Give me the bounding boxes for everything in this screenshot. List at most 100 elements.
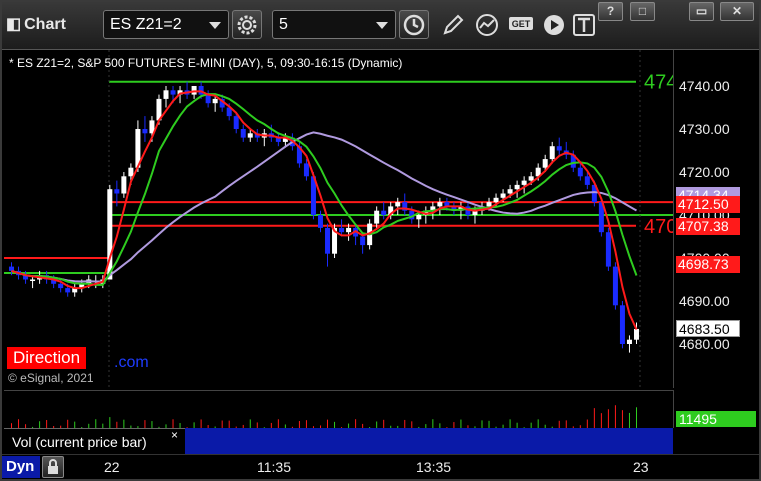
window-title: ◧ Chart [6,14,66,34]
candle-body [360,236,366,246]
volume-strip-right [673,428,761,454]
candle-body [521,180,527,185]
candle-body [58,283,64,289]
candle-body [528,176,534,181]
svg-text:GET: GET [512,19,531,29]
volume-study-label[interactable]: Vol (current price bar) [4,428,185,454]
moving-average-green [11,93,638,286]
price-tag-red-prior: 4698.73 [676,256,740,273]
symbol-input[interactable]: ES Z21=2 [103,10,229,39]
candle-body [374,210,380,224]
candle-body [212,98,218,104]
get-data-icon[interactable]: GET [508,12,536,38]
time-label: 22 [104,459,120,475]
candle-body [584,176,590,185]
volume-value-tag: 11495 [676,411,756,427]
candle-body [346,227,352,233]
symbol-value: ES Z21=2 [110,16,182,33]
candle-body [626,339,632,344]
clock-icon [403,14,425,36]
candle-body [121,176,127,194]
close-study-icon[interactable]: × [171,428,178,442]
candle-body [247,133,253,138]
clock-button[interactable] [399,10,429,39]
chevron-down-icon[interactable] [209,22,221,29]
chart-header: * ES Z21=2, S&P 500 FUTURES E-MINI (DAY)… [9,56,403,70]
candle-body [381,210,387,215]
com-text: .com [114,354,149,371]
candle-body [233,116,239,129]
chart-window-icon: ◧ [6,16,22,33]
chart-toolbar: ◧ Chart ES Z21=2 5 GET ? □ ▭ ✕ [0,0,761,50]
chevron-down-icon[interactable] [376,22,388,29]
dynamic-button[interactable]: Dyn [2,456,40,478]
price-tick: 4720.00 [679,164,730,180]
lock-button[interactable] [42,456,64,478]
candle-body [493,197,499,203]
price-tag-red-lower: 4707.38 [676,218,740,235]
candle-body [198,86,204,95]
maximize-icon: ▭ [695,4,708,18]
price-tick: 4730.00 [679,121,730,137]
candle-body [325,227,331,254]
candle-body [619,305,625,344]
play-icon[interactable] [541,12,567,38]
candle-body [65,288,71,293]
price-tick: 4690.00 [679,293,730,309]
time-label: 11:35 [257,459,291,475]
candle-body [128,167,134,177]
help-icon: ? [606,4,615,18]
candle-body [605,232,611,267]
candle-body [339,227,345,233]
text-tool-icon[interactable] [572,12,598,38]
time-label: 23 [633,459,649,475]
candle-body [395,202,401,207]
candle-body [486,202,492,207]
price-tag-last: 4683.50 [676,320,740,337]
volume-bars-svg [11,405,637,428]
price-chart-panel[interactable]: 474 470 [4,50,677,388]
draw-pencil-icon[interactable] [440,12,466,38]
candle-body [163,90,169,99]
close-icon: ✕ [731,4,743,18]
candle-body [30,279,36,281]
settings-gear-button[interactable] [232,10,262,39]
close-button[interactable]: ✕ [720,2,754,21]
candle-body [556,146,562,151]
candle-body [507,189,513,194]
candle-body [549,146,555,160]
restore-button[interactable]: □ [630,2,655,21]
help-button[interactable]: ? [598,2,623,21]
restore-icon: □ [638,4,647,18]
candle-body [542,159,548,168]
volume-panel[interactable] [4,390,673,428]
candle-body [303,163,309,177]
maximize-button[interactable]: ▭ [689,2,714,21]
window-title-text: Chart [24,16,66,33]
settings-gear-icon [237,15,257,35]
lock-icon [48,459,58,474]
candle-body [514,184,520,190]
candle-body [633,328,639,340]
candle-body [114,189,120,194]
resistance-label: 474 [644,72,673,94]
copyright-text: © eSignal, 2021 [8,371,94,385]
price-chart-svg: 474 470 [4,50,677,388]
candle-body [500,193,506,198]
studies-icon[interactable] [474,12,500,38]
candle-body [416,215,422,220]
candle-body [191,86,197,95]
support-label: 470 [644,216,673,238]
direction-badge: Direction [7,347,87,369]
candle-body [170,90,176,95]
candle-body [577,167,583,177]
candle-body [317,215,323,228]
interval-value: 5 [279,16,288,33]
candle-body [205,94,211,104]
interval-input[interactable]: 5 [272,10,396,39]
price-tick: 4740.00 [679,78,730,94]
candle-body [240,129,246,138]
study-strip [185,428,673,454]
time-label: 13:35 [416,459,452,475]
moving-average-red [11,90,638,330]
